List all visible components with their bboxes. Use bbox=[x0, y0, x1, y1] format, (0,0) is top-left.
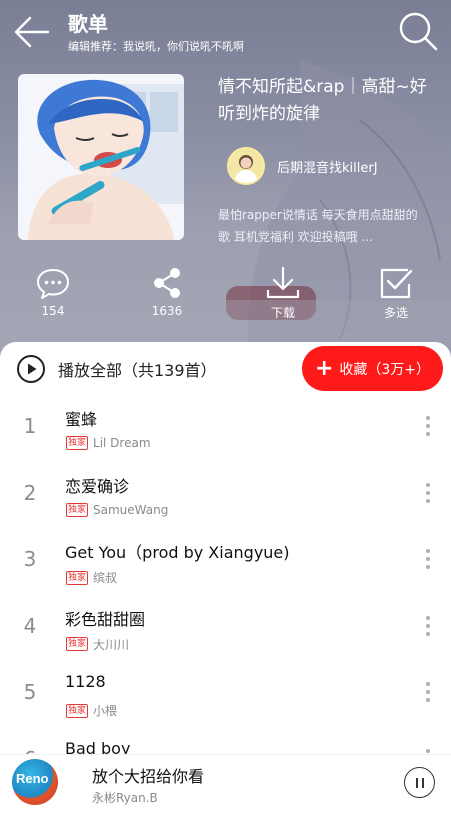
song-index: 2 bbox=[23, 480, 37, 505]
share-button[interactable]: 1636 bbox=[132, 266, 202, 318]
song-index: 4 bbox=[23, 613, 37, 638]
more-options-icon[interactable] bbox=[423, 482, 433, 507]
download-button[interactable]: 下载 bbox=[248, 266, 318, 321]
page-title: 歌单 bbox=[68, 12, 108, 36]
play-all-label: 播放全部（共139首） bbox=[58, 361, 217, 380]
song-artist: 小椳 bbox=[93, 704, 118, 718]
checkbox-list-icon bbox=[380, 268, 413, 299]
exclusive-badge: 独家 bbox=[66, 502, 89, 517]
arrow-left-icon bbox=[14, 16, 50, 48]
search-button[interactable] bbox=[397, 10, 439, 52]
download-label: 下载 bbox=[270, 306, 295, 320]
now-playing-artist: 永彬Ryan.B bbox=[92, 791, 158, 805]
song-title: 彩色甜甜圈 bbox=[65, 609, 146, 629]
pause-icon bbox=[415, 778, 418, 788]
song-title: 1128 bbox=[65, 672, 106, 691]
song-index: 5 bbox=[23, 680, 37, 704]
exclusive-badge: 独家 bbox=[66, 637, 89, 651]
song-artist: SamueWang bbox=[93, 502, 169, 517]
song-title: 恋爱确诊 bbox=[65, 476, 130, 496]
more-options-icon[interactable] bbox=[423, 416, 433, 440]
song-title: 蜜蜂 bbox=[65, 410, 98, 429]
song-title: Get You（prod by Xiangyue) bbox=[65, 543, 290, 562]
playlist-cover[interactable] bbox=[18, 74, 184, 240]
playlist-actions: 154 1636 下载 多选 bbox=[0, 266, 451, 326]
song-meta: 独家 SamueWang bbox=[66, 502, 169, 517]
creator-name: 后期混音找killerJ bbox=[277, 160, 378, 176]
top-bar: 歌单 编辑推荐：我说吼，你们说吼不吼啊 bbox=[0, 0, 451, 64]
playlist-title: 情不知所起&rap｜高甜~好听到炸的旋律 bbox=[218, 77, 427, 124]
exclusive-badge: 独家 bbox=[66, 703, 89, 718]
share-icon bbox=[154, 268, 180, 298]
collect-button[interactable]: + 收藏（3万+） bbox=[302, 346, 443, 391]
playlist-creator[interactable]: 后期混音找killerJ bbox=[227, 146, 378, 186]
creator-avatar bbox=[227, 147, 265, 185]
song-row[interactable]: 4 彩色甜甜圈 独家 大川川 bbox=[0, 600, 451, 667]
song-artist: Lil Dream bbox=[93, 436, 151, 450]
song-list-panel: 播放全部（共139首） + 收藏（3万+） 1 蜜蜂 独家 Lil Dream … bbox=[0, 342, 451, 813]
playlist-description[interactable]: 最怕rapper说情话 每天食用点甜甜的歌 耳机党福利 欢迎投稿哦 ... bbox=[218, 204, 424, 248]
share-count: 1636 bbox=[151, 304, 183, 318]
plus-icon: + bbox=[314, 355, 334, 381]
more-options-icon[interactable] bbox=[423, 549, 433, 573]
artwork-logo-text: Reno bbox=[16, 771, 49, 786]
song-row[interactable]: 5 1128 独家 小椳 bbox=[0, 666, 451, 733]
play-all-button[interactable]: 播放全部（共139首） bbox=[16, 354, 217, 384]
now-playing-title: 放个大招给你看 bbox=[92, 767, 205, 786]
cover-illustration bbox=[18, 74, 184, 240]
comment-count: 154 bbox=[41, 304, 65, 318]
collect-label: 收藏（3万+） bbox=[339, 361, 431, 378]
search-icon bbox=[399, 12, 438, 51]
multiselect-label: 多选 bbox=[383, 306, 408, 320]
song-meta: 独家 缤叔 bbox=[66, 569, 117, 586]
person-icon bbox=[234, 155, 258, 183]
song-row[interactable]: 1 蜜蜂 独家 Lil Dream bbox=[0, 400, 451, 467]
exclusive-badge: 独家 bbox=[66, 570, 89, 585]
download-icon bbox=[266, 266, 300, 299]
song-row[interactable]: 3 Get You（prod by Xiangyue) 独家 缤叔 bbox=[0, 533, 451, 600]
song-row[interactable]: 2 恋爱确诊 独家 SamueWang bbox=[0, 467, 451, 534]
comment-icon bbox=[37, 269, 69, 299]
back-button[interactable] bbox=[10, 12, 54, 52]
song-artist: 大川川 bbox=[93, 637, 130, 652]
song-meta: 独家 小椳 bbox=[66, 702, 117, 719]
song-index: 3 bbox=[23, 547, 37, 571]
song-artist: 缤叔 bbox=[93, 571, 118, 585]
more-options-icon[interactable] bbox=[423, 615, 433, 640]
page-subtitle: 编辑推荐：我说吼，你们说吼不吼啊 bbox=[68, 40, 244, 53]
now-playing-artwork[interactable]: Reno bbox=[12, 759, 58, 805]
play-circle-icon bbox=[17, 355, 45, 383]
song-meta: 独家 大川川 bbox=[66, 636, 129, 653]
multiselect-button[interactable]: 多选 bbox=[361, 266, 431, 321]
more-options-icon[interactable] bbox=[423, 682, 433, 706]
pause-button[interactable] bbox=[404, 767, 435, 798]
song-meta: 独家 Lil Dream bbox=[66, 436, 151, 450]
mini-player[interactable]: Reno 放个大招给你看 永彬Ryan.B bbox=[0, 754, 451, 813]
song-list: 1 蜜蜂 独家 Lil Dream 2 恋爱确诊 独家 SamueWang 3 … bbox=[0, 400, 451, 799]
comment-button[interactable]: 154 bbox=[18, 266, 88, 318]
song-index: 1 bbox=[23, 414, 37, 438]
exclusive-badge: 独家 bbox=[66, 436, 89, 450]
